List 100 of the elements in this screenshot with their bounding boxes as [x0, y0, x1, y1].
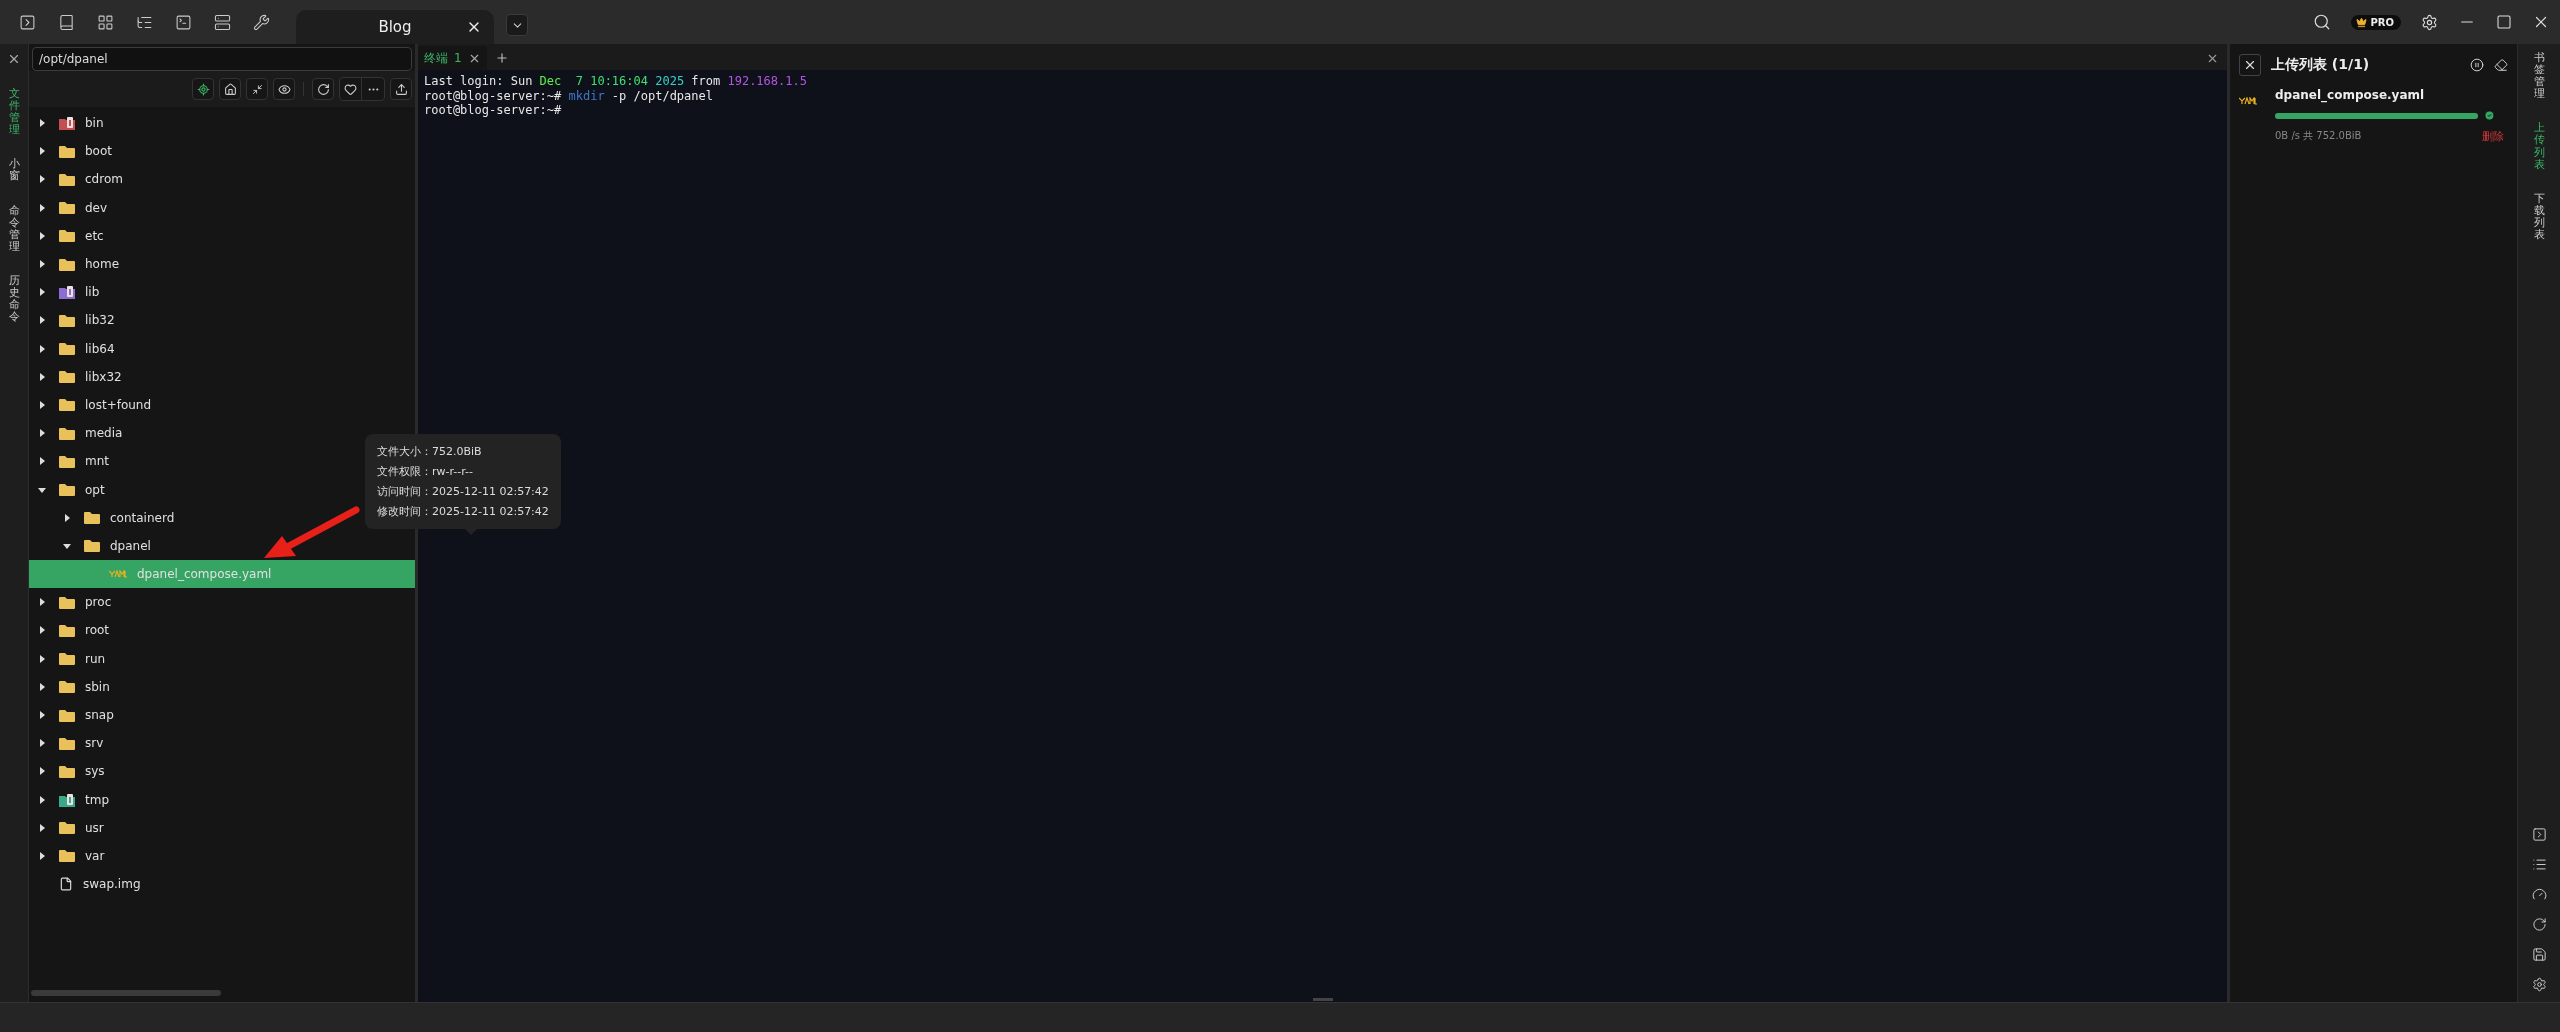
caret-icon[interactable] [38, 795, 46, 804]
caret-icon[interactable] [38, 119, 46, 128]
caret-icon[interactable] [38, 654, 46, 663]
file-name: tmp [85, 792, 109, 807]
folder-icon [59, 116, 75, 131]
settings-icon[interactable] [2421, 13, 2438, 31]
pause-icon[interactable] [2470, 58, 2484, 72]
gauge-icon[interactable] [2531, 887, 2547, 902]
caret-icon[interactable] [63, 541, 71, 550]
resize-handle[interactable] [1312, 998, 1333, 1001]
tree-row[interactable]: proc [29, 588, 120, 617]
folder-icon [59, 313, 75, 327]
caret-icon[interactable] [38, 823, 46, 832]
file-name: mnt [85, 454, 109, 469]
caret-icon[interactable] [38, 739, 46, 748]
tree-row[interactable]: mnt [29, 447, 117, 476]
file-name: dpanel [110, 538, 151, 553]
caret-icon[interactable] [38, 260, 46, 269]
caret-icon[interactable] [38, 711, 46, 720]
path-field[interactable]: /opt/dpanel [32, 47, 412, 71]
side-tab[interactable]: 小窗 [8, 158, 20, 183]
tree-row[interactable]: libx32 [29, 362, 130, 391]
tree-row[interactable]: swap.img [29, 870, 149, 899]
tree-row[interactable]: lib [29, 278, 108, 307]
side-tab[interactable]: 书签管理 [2533, 52, 2545, 101]
caret-icon[interactable] [38, 372, 46, 381]
tree-row[interactable]: root [29, 616, 118, 645]
tree-row[interactable]: lib64 [29, 334, 123, 363]
caret-icon[interactable] [38, 682, 46, 691]
close-button[interactable] [2239, 54, 2261, 76]
caret-icon[interactable] [38, 231, 46, 240]
caret-icon[interactable] [38, 147, 46, 156]
dropdown-button[interactable] [506, 14, 528, 36]
tree-row[interactable]: bin [29, 109, 112, 138]
side-tab[interactable]: 命令管理 [8, 204, 20, 253]
caret-icon[interactable] [38, 457, 46, 466]
tree-row[interactable]: dev [29, 193, 116, 222]
caret-icon[interactable] [38, 767, 46, 776]
caret-icon[interactable] [38, 203, 46, 212]
tree-row[interactable]: sys [29, 757, 113, 786]
terminal-icon[interactable] [2531, 827, 2547, 842]
side-tab[interactable]: 下载列表 [2533, 192, 2545, 242]
refresh-button[interactable] [312, 78, 334, 100]
eye-button[interactable] [273, 78, 295, 100]
caret-icon[interactable] [38, 429, 46, 438]
side-tab[interactable]: 文件管理 [8, 88, 20, 137]
file-name: snap [85, 708, 114, 723]
scrollbar-thumb[interactable] [31, 990, 221, 996]
side-tab[interactable]: 历史命令 [8, 274, 20, 324]
tree-row[interactable]: lib32 [29, 306, 123, 335]
tree-row[interactable]: cdrom [29, 165, 131, 194]
home-button[interactable] [219, 78, 241, 100]
file-name: containerd [110, 510, 175, 525]
tree-row[interactable]: var [29, 841, 113, 871]
caret-icon[interactable] [38, 175, 46, 184]
upload-button[interactable] [390, 78, 412, 100]
terminal-tab[interactable]: 终端 1 [418, 46, 487, 70]
save-icon[interactable] [2531, 947, 2547, 962]
side-tab[interactable]: 上传列表 [2533, 122, 2545, 171]
tree-row[interactable]: containerd [29, 503, 183, 532]
eye-icon [277, 82, 291, 96]
caret-icon[interactable] [38, 344, 46, 353]
caret-icon[interactable] [38, 485, 46, 494]
pro-badge[interactable]: PRO [2351, 14, 2401, 30]
caret-icon[interactable] [38, 598, 46, 607]
caret-icon[interactable] [63, 513, 71, 522]
tree-row[interactable]: run [29, 644, 114, 673]
tree-row[interactable]: tmp [29, 785, 117, 814]
refresh-icon[interactable] [2531, 917, 2547, 932]
folder-icon [59, 426, 75, 440]
file-name: media [85, 426, 123, 441]
tree-row[interactable]: lost+found [29, 390, 160, 420]
tree-row[interactable]: usr [29, 813, 112, 842]
tooltip-line: 文件大小：752.0BiB [377, 444, 483, 459]
caret-icon[interactable] [38, 400, 46, 409]
session-tab[interactable]: Blog [296, 10, 494, 44]
tree-row[interactable]: opt [29, 475, 113, 504]
tree-row[interactable]: etc [29, 221, 112, 250]
terminal-icon [18, 13, 36, 31]
folder-icon [59, 172, 75, 186]
locate-button[interactable] [192, 78, 214, 100]
clear-icon[interactable] [2494, 58, 2508, 72]
tree-row[interactable]: snap [29, 700, 122, 730]
caret-icon[interactable] [38, 316, 46, 325]
search-icon[interactable] [2313, 13, 2332, 31]
caret-icon[interactable] [38, 288, 46, 297]
tree-row[interactable]: sbin [29, 672, 118, 701]
tree-row[interactable]: home [29, 249, 128, 279]
tree-row[interactable]: media [29, 419, 131, 448]
collapse-button[interactable] [246, 78, 268, 100]
list-icon[interactable] [2531, 857, 2547, 872]
tree-row[interactable]: srv [29, 729, 112, 758]
caret-icon[interactable] [38, 626, 46, 635]
caret-icon[interactable] [38, 851, 46, 860]
tree-row[interactable]: boot [29, 137, 120, 166]
delete-link[interactable]: 删除 [2482, 129, 2504, 144]
tree-row[interactable]: dpanel [29, 531, 159, 560]
maximize-icon[interactable] [2496, 14, 2512, 30]
close-icon[interactable] [7, 52, 21, 66]
settings-icon[interactable] [2531, 977, 2547, 992]
